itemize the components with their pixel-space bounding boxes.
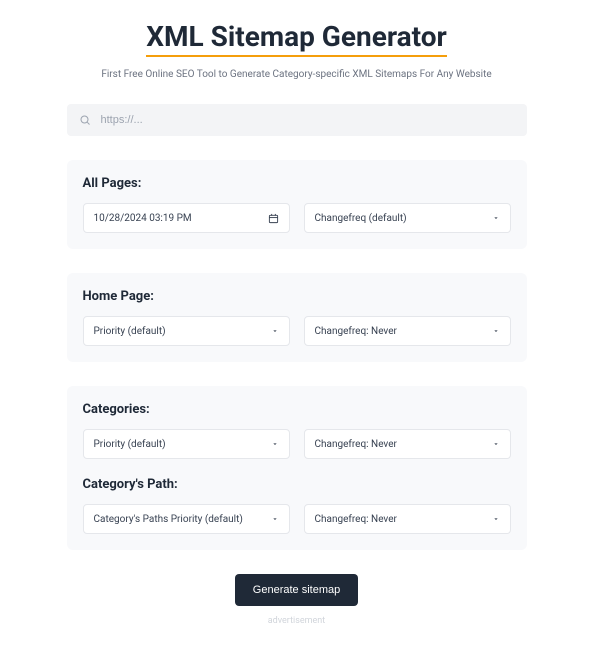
- chevron-down-icon: [492, 515, 500, 523]
- categories-changefreq-select[interactable]: Changefreq: Never: [304, 429, 511, 459]
- datetime-input[interactable]: 10/28/2024 03:19 PM: [83, 203, 290, 233]
- chevron-down-icon: [492, 327, 500, 335]
- page-subtitle: First Free Online SEO Tool to Generate C…: [67, 69, 527, 80]
- home-page-title: Home Page:: [83, 289, 511, 304]
- all-pages-changefreq-select[interactable]: Changefreq (default): [304, 203, 511, 233]
- home-changefreq-select[interactable]: Changefreq: Never: [304, 316, 511, 346]
- generate-button[interactable]: Generate sitemap: [235, 574, 358, 606]
- chevron-down-icon: [271, 327, 279, 335]
- home-page-card: Home Page: Priority (default) Changefreq…: [67, 273, 527, 362]
- home-priority-value: Priority (default): [94, 326, 265, 337]
- category-path-priority-value: Category's Paths Priority (default): [94, 514, 265, 525]
- all-pages-title: All Pages:: [83, 176, 511, 191]
- category-path-priority-select[interactable]: Category's Paths Priority (default): [83, 504, 290, 534]
- categories-card: Categories: Priority (default) Changefre…: [67, 386, 527, 550]
- categories-priority-value: Priority (default): [94, 439, 265, 450]
- home-priority-select[interactable]: Priority (default): [83, 316, 290, 346]
- url-search-bar[interactable]: [67, 104, 527, 136]
- search-icon: [79, 114, 91, 126]
- calendar-icon: [268, 213, 279, 224]
- all-pages-changefreq-value: Changefreq (default): [315, 213, 486, 224]
- categories-title: Categories:: [83, 402, 511, 417]
- advertisement-label: advertisement: [67, 616, 527, 626]
- categories-priority-select[interactable]: Priority (default): [83, 429, 290, 459]
- chevron-down-icon: [271, 515, 279, 523]
- chevron-down-icon: [492, 214, 500, 222]
- datetime-value: 10/28/2024 03:19 PM: [94, 213, 262, 224]
- url-input[interactable]: [101, 114, 515, 126]
- chevron-down-icon: [492, 440, 500, 448]
- page-title: XML Sitemap Generator: [146, 20, 447, 57]
- chevron-down-icon: [271, 440, 279, 448]
- categories-changefreq-value: Changefreq: Never: [315, 439, 486, 450]
- category-path-title: Category's Path:: [83, 477, 511, 492]
- category-path-changefreq-select[interactable]: Changefreq: Never: [304, 504, 511, 534]
- home-changefreq-value: Changefreq: Never: [315, 326, 486, 337]
- category-path-changefreq-value: Changefreq: Never: [315, 514, 486, 525]
- all-pages-card: All Pages: 10/28/2024 03:19 PM Changefre…: [67, 160, 527, 249]
